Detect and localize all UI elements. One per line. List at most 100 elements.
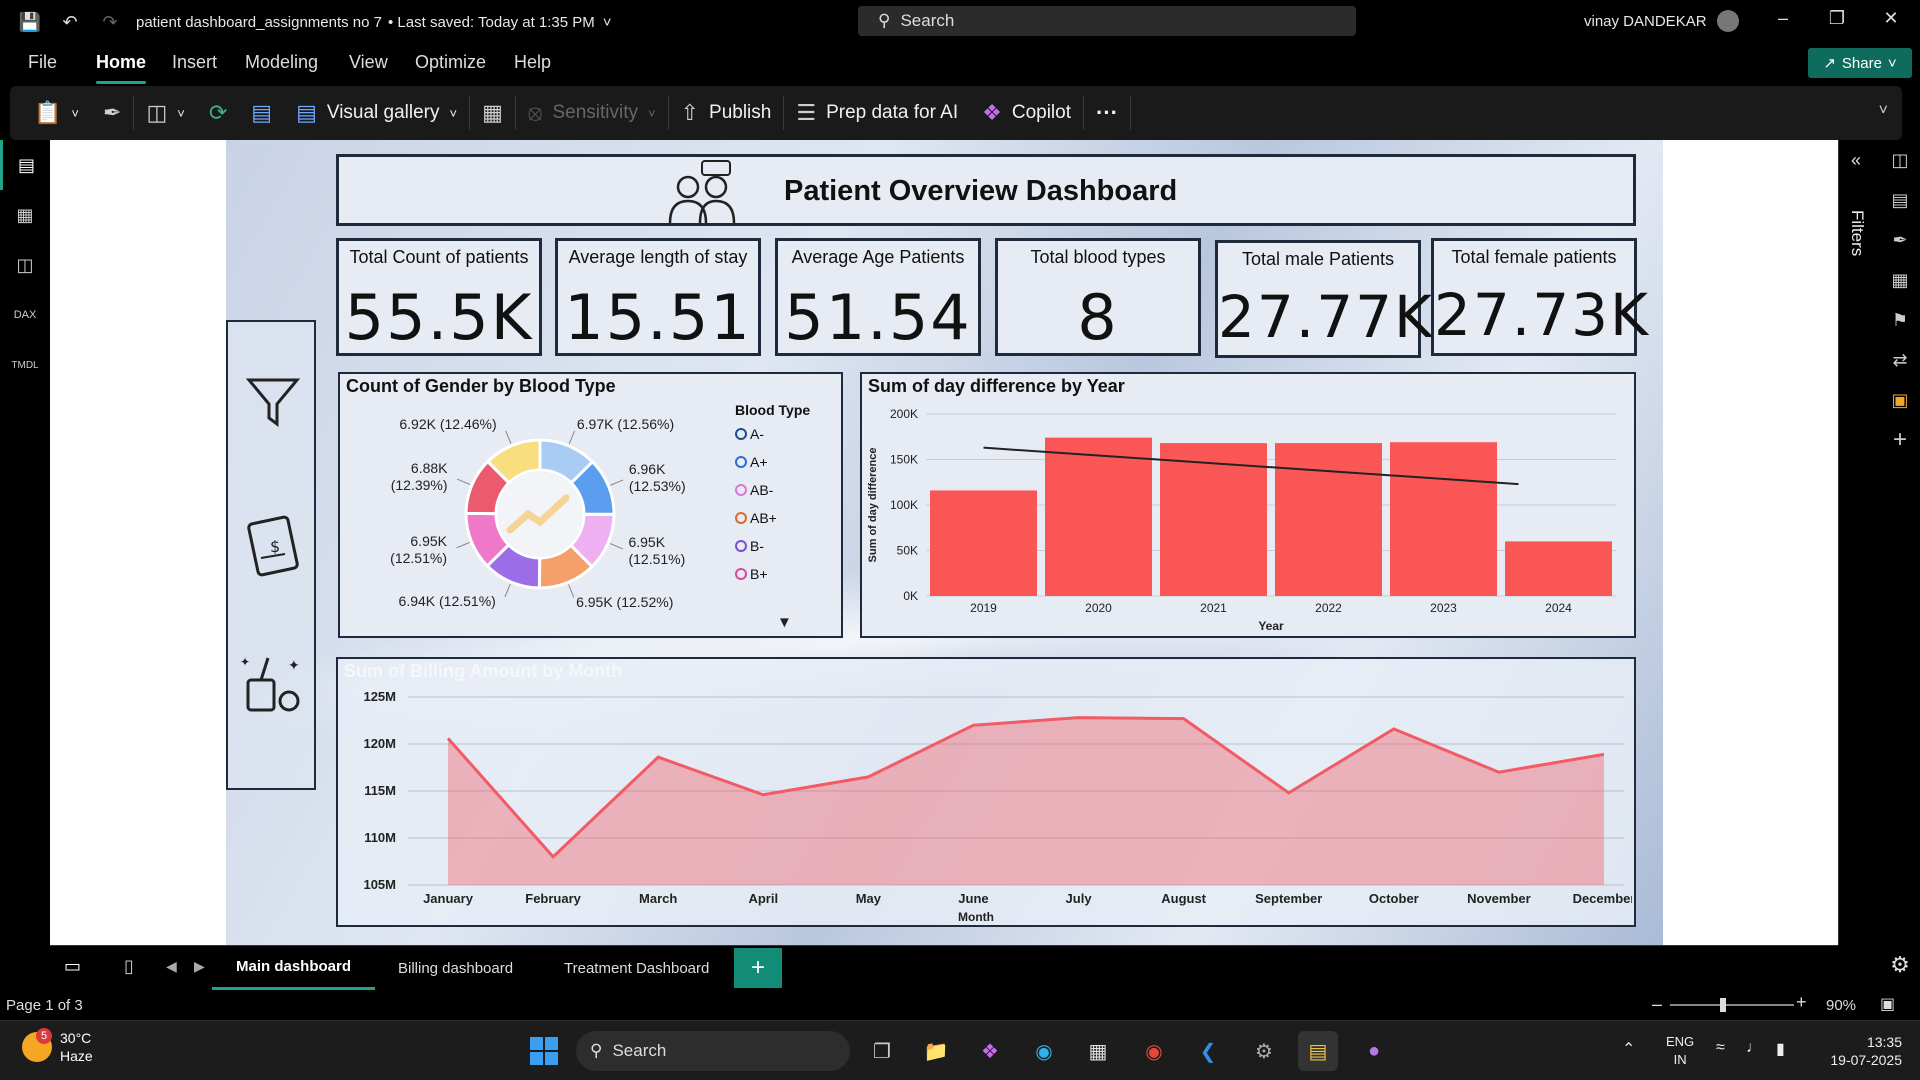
kpi-card-blood-types[interactable]: Total blood types 8 bbox=[995, 238, 1201, 356]
zoom-out-button[interactable]: – bbox=[1652, 994, 1662, 1015]
store-icon[interactable]: ▦ bbox=[1078, 1031, 1118, 1071]
format-pane-icon[interactable]: ✒ bbox=[1880, 220, 1920, 260]
kpi-card-avg-age[interactable]: Average Age Patients 51.54 bbox=[775, 238, 981, 356]
close-button[interactable]: ✕ bbox=[1868, 8, 1914, 29]
legend-scroll-down-icon[interactable]: ▼ bbox=[777, 614, 792, 631]
github-icon[interactable]: ● bbox=[1354, 1031, 1394, 1071]
tab-treatment-dashboard[interactable]: Treatment Dashboard bbox=[564, 946, 709, 990]
prep-data-button[interactable]: ☰ Prep data for AI bbox=[784, 86, 970, 140]
redo-icon[interactable]: ↷ bbox=[90, 0, 130, 44]
menu-modeling[interactable]: Modeling bbox=[245, 52, 318, 73]
model-view-icon[interactable]: ◫ bbox=[0, 240, 50, 290]
legend-item[interactable]: B- bbox=[735, 532, 835, 560]
kpi-card-female-patients[interactable]: Total female patients 27.73K bbox=[1431, 238, 1648, 356]
add-page-button[interactable]: + bbox=[734, 948, 782, 988]
powerbi-icon[interactable]: ▤ bbox=[1298, 1031, 1338, 1071]
kpi-card-total-patients[interactable]: Total Count of patients 55.5K bbox=[336, 238, 542, 356]
report-view-icon[interactable]: ▤ bbox=[0, 140, 50, 190]
weather-widget[interactable]: 5 30°C Haze bbox=[22, 1028, 93, 1065]
legend-item[interactable]: B+ bbox=[735, 560, 835, 588]
settings-icon[interactable]: ⚙ bbox=[1880, 952, 1920, 988]
clock[interactable]: 13:35 19-07-2025 bbox=[1818, 1033, 1902, 1069]
zoom-slider-thumb[interactable] bbox=[1720, 998, 1726, 1012]
settings-app-icon[interactable]: ⚙ bbox=[1244, 1031, 1284, 1071]
language-indicator[interactable]: ENG IN bbox=[1666, 1033, 1694, 1069]
legend-item[interactable]: AB- bbox=[735, 476, 835, 504]
get-data-button[interactable]: ◫ ˅ bbox=[134, 86, 196, 140]
table-view-icon[interactable]: ▦ bbox=[0, 190, 50, 240]
add-pane-icon[interactable]: + bbox=[1880, 420, 1920, 460]
y-tick-label: 125M bbox=[363, 689, 396, 704]
copilot-button[interactable]: ❖ Copilot bbox=[970, 86, 1083, 140]
volume-icon[interactable]: ♩ bbox=[1746, 1039, 1762, 1057]
legend-item[interactable]: A+ bbox=[735, 448, 835, 476]
top-search-box[interactable]: ⚲ Search bbox=[858, 6, 1356, 36]
restore-button[interactable]: ❐ bbox=[1814, 8, 1860, 29]
data-pane-icon[interactable]: ◫ bbox=[1880, 140, 1920, 180]
undo-icon[interactable]: ↶ bbox=[50, 0, 90, 44]
battery-icon[interactable]: ▮ bbox=[1776, 1039, 1785, 1059]
calculator-button[interactable]: ▦ bbox=[470, 86, 515, 140]
ribbon-separator bbox=[1129, 96, 1131, 130]
previous-page-icon[interactable]: ◀ bbox=[166, 958, 177, 975]
zoom-slider[interactable] bbox=[1670, 1004, 1794, 1006]
menu-file[interactable]: File bbox=[28, 52, 57, 73]
refresh-button[interactable]: ⟳ bbox=[197, 86, 239, 140]
day-difference-bar-visual[interactable]: Sum of day difference by Year 0K 50K 100K 1… bbox=[860, 372, 1636, 638]
share-button[interactable]: ↗ Share ˅ bbox=[1808, 48, 1912, 78]
filter-icon[interactable] bbox=[238, 372, 308, 442]
zoom-in-button[interactable]: + bbox=[1796, 992, 1807, 1013]
fit-page-icon[interactable]: ▣ bbox=[1880, 994, 1895, 1014]
leader-line bbox=[456, 478, 471, 485]
expand-filters-icon[interactable]: « bbox=[1851, 150, 1861, 171]
vscode-icon[interactable]: ❮ bbox=[1188, 1031, 1228, 1071]
edge-icon[interactable]: ◉ bbox=[1024, 1031, 1064, 1071]
more-options-button[interactable]: ··· bbox=[1084, 86, 1130, 140]
user-account[interactable]: vinay DANDEKAR bbox=[1584, 10, 1739, 32]
kpi-card-male-patients[interactable]: Total male Patients 27.77K bbox=[1215, 240, 1432, 358]
menu-home[interactable]: Home bbox=[96, 52, 146, 73]
x-axis-label: Year bbox=[1258, 619, 1284, 633]
save-icon[interactable]: 💾 bbox=[10, 0, 50, 44]
format-painter-button[interactable]: ✒ bbox=[91, 86, 133, 140]
billing-icon[interactable]: $ bbox=[238, 512, 308, 582]
wifi-icon[interactable]: ≈ bbox=[1716, 1039, 1725, 1057]
tab-main-dashboard[interactable]: Main dashboard bbox=[212, 946, 376, 990]
new-visual-button[interactable]: ▤ bbox=[239, 86, 284, 140]
tab-billing-dashboard[interactable]: Billing dashboard bbox=[398, 946, 513, 990]
sync-slicers-icon[interactable]: ⇄ bbox=[1880, 340, 1920, 380]
minimize-button[interactable]: – bbox=[1760, 8, 1806, 29]
legend-item[interactable]: A- bbox=[735, 420, 835, 448]
menu-optimize[interactable]: Optimize bbox=[415, 52, 486, 73]
publish-button[interactable]: ⇧ Publish bbox=[669, 86, 784, 140]
treatment-icon[interactable]: ✦ ✦ bbox=[238, 652, 308, 722]
bookmarks-icon[interactable]: ⚑ bbox=[1880, 300, 1920, 340]
performance-icon[interactable]: ▣ bbox=[1880, 380, 1920, 420]
tmdl-view-icon[interactable]: TMDL bbox=[0, 340, 50, 390]
paste-button[interactable]: 📋 ˅ bbox=[22, 86, 91, 140]
visual-gallery-button[interactable]: ▤ Visual gallery ˅ bbox=[284, 86, 469, 140]
legend-item[interactable]: AB+ bbox=[735, 504, 835, 532]
ribbon-collapse-icon[interactable]: ˅ bbox=[1879, 102, 1888, 120]
title-dropdown-icon[interactable]: ˅ bbox=[603, 14, 612, 31]
task-view-icon[interactable]: ❐ bbox=[862, 1031, 902, 1071]
taskbar-search[interactable]: ⚲ Search bbox=[576, 1031, 850, 1071]
menu-insert[interactable]: Insert bbox=[172, 52, 217, 73]
visualizations-pane-icon[interactable]: ▤ bbox=[1880, 180, 1920, 220]
next-page-icon[interactable]: ▶ bbox=[194, 958, 205, 975]
dax-query-view-icon[interactable]: DAX bbox=[0, 290, 50, 340]
selection-pane-icon[interactable]: ▦ bbox=[1880, 260, 1920, 300]
chrome-icon[interactable]: ◉ bbox=[1134, 1031, 1174, 1071]
file-explorer-icon[interactable]: 📁 bbox=[916, 1031, 956, 1071]
kpi-card-avg-stay[interactable]: Average length of stay 15.51 bbox=[555, 238, 761, 356]
show-hidden-icons[interactable]: ⌃ bbox=[1622, 1039, 1635, 1059]
desktop-layout-icon[interactable]: ▭ bbox=[64, 956, 81, 977]
start-button[interactable] bbox=[524, 1031, 564, 1071]
menu-view[interactable]: View bbox=[349, 52, 388, 73]
billing-area-visual[interactable]: Sum of Billing Amount by Month 105M 110M 1… bbox=[336, 657, 1636, 927]
mobile-layout-icon[interactable]: ▯ bbox=[124, 956, 134, 977]
blood-type-donut-visual[interactable]: Count of Gender by Blood Type 6.97K (12.… bbox=[338, 372, 843, 638]
copilot-app-icon[interactable]: ❖ bbox=[970, 1031, 1010, 1071]
menu-help[interactable]: Help bbox=[514, 52, 551, 73]
filters-pane-collapsed[interactable]: « Filters bbox=[1838, 140, 1880, 945]
